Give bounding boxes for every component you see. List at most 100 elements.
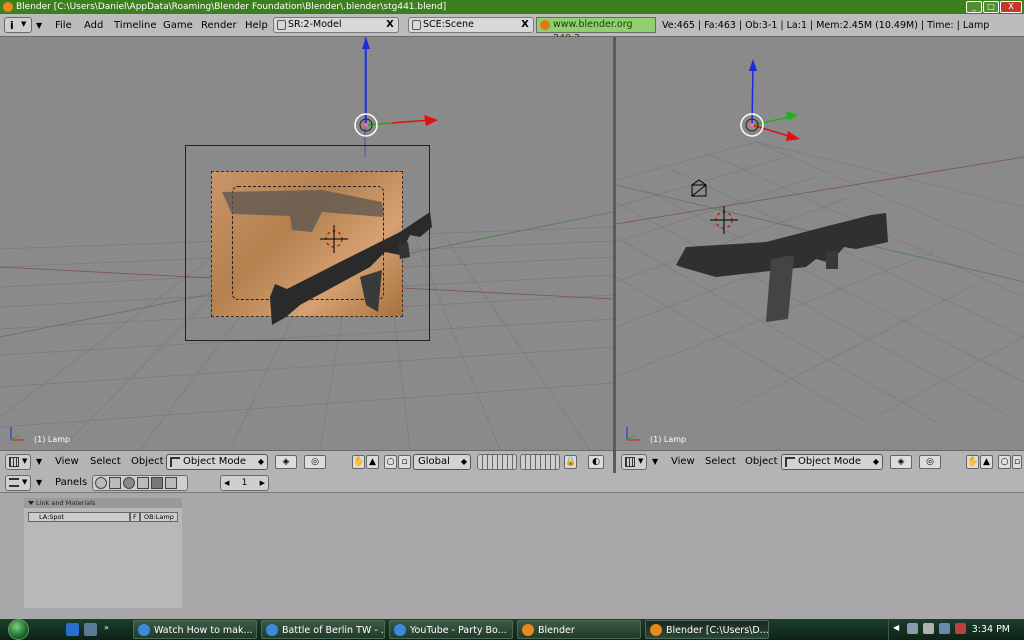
render-preview-icon[interactable]: ◐ bbox=[588, 455, 604, 469]
lamp-manipulator[interactable] bbox=[320, 37, 440, 157]
draw-type-icon[interactable]: ◈ bbox=[275, 455, 297, 469]
show-desktop-icon[interactable] bbox=[84, 623, 97, 636]
security-icon[interactable] bbox=[955, 623, 966, 634]
scale-icon[interactable]: ▫ bbox=[1012, 455, 1022, 469]
taskbar-item-3[interactable]: Blender bbox=[517, 620, 641, 639]
translate-icon[interactable]: ▲ bbox=[980, 455, 993, 469]
editor-type-button[interactable]: ▼ bbox=[5, 475, 31, 491]
shading-icon[interactable] bbox=[123, 477, 135, 489]
ie-icon bbox=[394, 624, 406, 636]
menu-view[interactable]: View bbox=[671, 454, 695, 470]
scene-selector[interactable]: SCE:Scene X bbox=[408, 17, 534, 33]
start-button[interactable] bbox=[3, 619, 41, 640]
3d-viewport-right[interactable]: (1) Lamp bbox=[616, 37, 1024, 450]
menu-view[interactable]: View bbox=[55, 454, 79, 470]
logic-icon[interactable] bbox=[95, 477, 107, 489]
tray-expand-icon[interactable]: ◀ bbox=[893, 623, 899, 632]
camera-object-icon[interactable] bbox=[690, 179, 714, 199]
rotate-icon[interactable]: ○ bbox=[384, 455, 397, 469]
window-controls: _ □ X bbox=[966, 1, 1022, 13]
object-name: OB:Lamp bbox=[144, 513, 174, 521]
menu-object[interactable]: Object bbox=[745, 454, 778, 470]
ie-quicklaunch-icon[interactable] bbox=[66, 623, 79, 636]
panel-header[interactable]: Link and Materials bbox=[24, 498, 182, 508]
battery-icon[interactable] bbox=[939, 623, 950, 634]
3d-viewport-left[interactable]: (1) Lamp bbox=[0, 37, 613, 450]
menu-help[interactable]: Help bbox=[245, 17, 268, 34]
mode-selector[interactable]: Object Mode ◆ bbox=[166, 454, 268, 470]
collapse-menu-icon[interactable]: ▼ bbox=[36, 475, 42, 491]
script-icon[interactable] bbox=[109, 477, 121, 489]
menu-object[interactable]: Object bbox=[131, 454, 164, 470]
editor-type-button[interactable]: ▼ bbox=[5, 454, 31, 470]
pivot-point-icon[interactable]: ◎ bbox=[304, 455, 326, 469]
task-label: Watch How to mak... bbox=[154, 625, 253, 636]
chevron-left-icon[interactable]: ◀ bbox=[224, 476, 229, 490]
title-bar[interactable]: Blender [C:\Users\Daniel\AppData\Roaming… bbox=[0, 0, 1024, 14]
delete-screen-button[interactable]: X bbox=[384, 19, 396, 31]
blender-org-link[interactable]: www.blender.org 249.2 bbox=[536, 17, 656, 44]
blender-logo-icon bbox=[3, 2, 13, 12]
rotate-icon[interactable]: ○ bbox=[998, 455, 1011, 469]
fake-user-toggle[interactable]: F bbox=[130, 512, 140, 522]
blender-icon bbox=[522, 624, 534, 636]
blender-window: Blender [C:\Users\Daniel\AppData\Roaming… bbox=[0, 0, 1024, 640]
chevron-down-icon: ▼ bbox=[21, 20, 27, 28]
taskbar-item-0[interactable]: Watch How to mak... bbox=[133, 620, 257, 639]
scale-icon[interactable]: ▫ bbox=[398, 455, 411, 469]
pivot-point-icon[interactable]: ◎ bbox=[919, 455, 941, 469]
delete-scene-button[interactable]: X bbox=[519, 19, 531, 31]
menu-select[interactable]: Select bbox=[90, 454, 121, 470]
buttons-header: ▼ ▼ Panels ◀ 1 ▶ bbox=[0, 473, 1024, 493]
taskbar-item-1[interactable]: Battle of Berlin TW - ... bbox=[261, 620, 385, 639]
minimize-button[interactable]: _ bbox=[966, 1, 982, 13]
collapse-menu-icon[interactable]: ▼ bbox=[36, 17, 42, 34]
translate-icon[interactable]: ▲ bbox=[366, 455, 379, 469]
chevron-right-icon[interactable]: ▶ bbox=[260, 476, 265, 490]
collapse-menu-icon[interactable]: ▼ bbox=[36, 454, 42, 470]
lock-icon[interactable]: 🔒 bbox=[564, 455, 577, 469]
task-label: Battle of Berlin TW - ... bbox=[282, 625, 385, 636]
screen-selector[interactable]: SR:2-Model X bbox=[273, 17, 399, 33]
frame-counter[interactable]: ◀ 1 ▶ bbox=[220, 475, 269, 491]
scene-icon[interactable] bbox=[165, 477, 177, 489]
editor-type-button[interactable]: ▼ bbox=[621, 454, 647, 470]
editing-icon[interactable] bbox=[151, 477, 163, 489]
3d-cursor-icon bbox=[320, 225, 348, 253]
layer-buttons-row-1[interactable] bbox=[477, 454, 517, 470]
object-mode-icon bbox=[785, 457, 795, 467]
menu-game[interactable]: Game bbox=[163, 17, 193, 34]
blender-icon bbox=[650, 624, 662, 636]
menu-select[interactable]: Select bbox=[705, 454, 736, 470]
task-label: Blender [C:\Users\D... bbox=[666, 625, 769, 636]
draw-type-icon[interactable]: ◈ bbox=[890, 455, 912, 469]
mode-label: Object Mode bbox=[798, 456, 861, 467]
lamp-manipulator[interactable] bbox=[706, 37, 816, 157]
volume-icon[interactable] bbox=[923, 623, 934, 634]
chevron-more-icon[interactable]: » bbox=[104, 623, 109, 632]
taskbar-item-4[interactable]: Blender [C:\Users\D... bbox=[645, 620, 769, 639]
orientation-selector[interactable]: Global ◆ bbox=[413, 454, 471, 470]
object-name-field[interactable]: OB:Lamp bbox=[140, 512, 178, 522]
info-header: i ▼ ▼ File Add Timeline Game Render Help… bbox=[0, 14, 1024, 44]
active-object-label: (1) Lamp bbox=[650, 435, 687, 444]
network-icon[interactable] bbox=[907, 623, 918, 634]
close-button[interactable]: X bbox=[1000, 1, 1022, 13]
hand-icon[interactable]: ✋ bbox=[966, 455, 979, 469]
panels-menu[interactable]: Panels bbox=[55, 475, 87, 491]
menu-render[interactable]: Render bbox=[201, 17, 237, 34]
lamp-datablock-field[interactable]: LA:Spot bbox=[28, 512, 130, 522]
mode-selector[interactable]: Object Mode ◆ bbox=[781, 454, 883, 470]
editor-type-button[interactable]: i ▼ bbox=[4, 17, 32, 33]
hand-icon[interactable]: ✋ bbox=[352, 455, 365, 469]
layer-buttons-row-2[interactable] bbox=[520, 454, 560, 470]
object-icon[interactable] bbox=[137, 477, 149, 489]
menu-file[interactable]: File bbox=[55, 17, 72, 34]
taskbar-item-2[interactable]: YouTube - Party Bo... bbox=[389, 620, 513, 639]
collapse-menu-icon[interactable]: ▼ bbox=[652, 454, 658, 470]
info-icon: i bbox=[10, 19, 14, 32]
clock[interactable]: 3:34 PM bbox=[972, 619, 1010, 640]
menu-timeline[interactable]: Timeline bbox=[114, 17, 157, 34]
menu-add[interactable]: Add bbox=[84, 17, 103, 34]
maximize-button[interactable]: □ bbox=[983, 1, 999, 13]
